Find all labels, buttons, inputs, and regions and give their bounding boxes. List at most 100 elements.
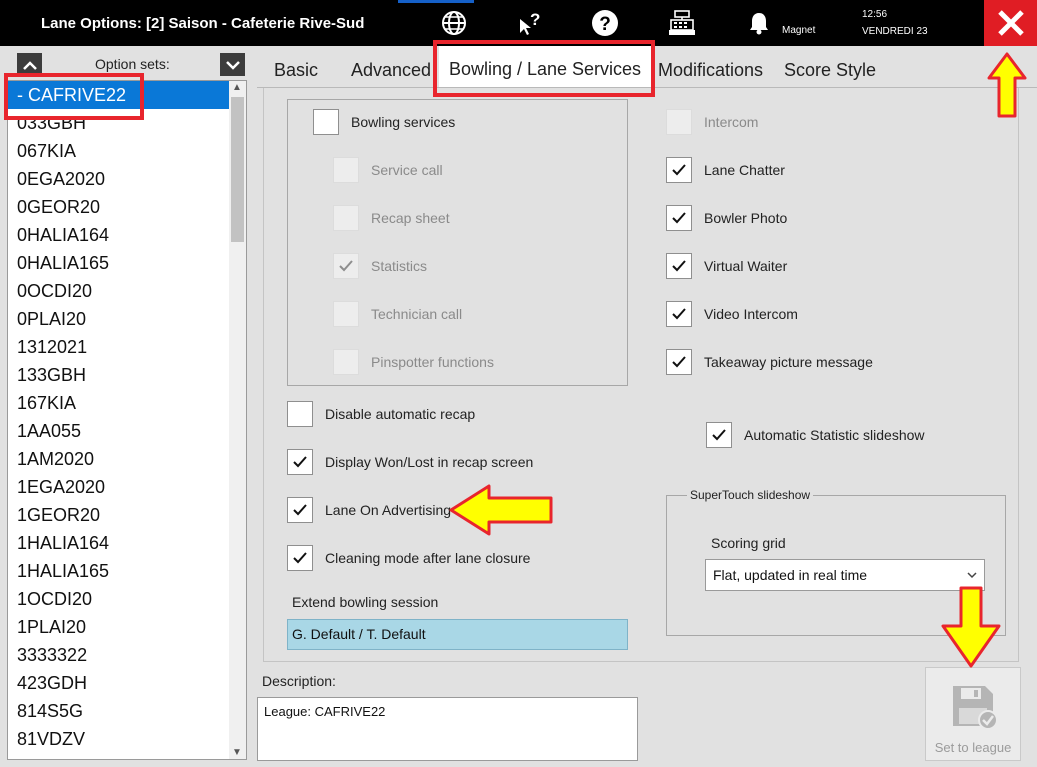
checkbox-box[interactable]	[666, 157, 692, 183]
list-item[interactable]: 1AA055	[8, 417, 246, 445]
close-button[interactable]	[984, 0, 1037, 46]
checkbox-label: Takeaway picture message	[704, 354, 873, 370]
list-item[interactable]: 133GBH	[8, 361, 246, 389]
disable-auto-recap-checkbox[interactable]: Disable automatic recap	[287, 401, 475, 427]
scroll-up-arrow-icon[interactable]: ▲	[232, 82, 242, 93]
clock-time: 12:56	[862, 9, 888, 20]
checkmark-icon	[672, 356, 686, 368]
scroll-down-arrow-icon[interactable]: ▼	[232, 747, 242, 758]
checkbox-label: Intercom	[704, 114, 759, 130]
list-item[interactable]: 067KIA	[8, 137, 246, 165]
checkbox-label: Lane Chatter	[704, 162, 785, 178]
help-icon[interactable]: ?	[590, 9, 620, 37]
list-item[interactable]: 1PLAI20	[8, 613, 246, 641]
chevron-down-icon	[225, 60, 240, 70]
checkbox-box[interactable]	[287, 449, 313, 475]
list-item[interactable]: 0EGA2020	[8, 165, 246, 193]
list-item[interactable]: 1312021	[8, 333, 246, 361]
checkbox-label: Bowling services	[351, 114, 456, 130]
checkbox-box[interactable]	[666, 205, 692, 231]
list-item[interactable]: 423GDH	[8, 669, 246, 697]
bowler-photo-checkbox[interactable]: Bowler Photo	[666, 205, 787, 231]
checkbox-label: Technician call	[371, 306, 463, 322]
list-item[interactable]: 0GEOR20	[8, 193, 246, 221]
checkbox-box	[333, 157, 359, 183]
svg-text:?: ?	[530, 10, 540, 29]
tab-basic[interactable]: Basic	[263, 50, 329, 88]
list-item[interactable]: 0HALIA165	[8, 249, 246, 277]
list-item[interactable]: 0HALIA164	[8, 221, 246, 249]
takeaway-picture-checkbox[interactable]: Takeaway picture message	[666, 349, 873, 375]
checkbox-label: Bowler Photo	[704, 210, 788, 226]
arrow-left-annotation-icon	[449, 484, 553, 536]
checkbox-label: Lane On Advertising	[325, 502, 452, 518]
checkbox-box	[333, 349, 359, 375]
list-item[interactable]: 814S5G	[8, 697, 246, 725]
list-item[interactable]: 1AM2020	[8, 445, 246, 473]
checkmark-icon	[293, 456, 307, 468]
scroll-down-button[interactable]	[220, 53, 245, 76]
arrow-down-annotation-icon	[941, 586, 1001, 668]
list-item[interactable]: 167KIA	[8, 389, 246, 417]
bowling-services-group	[287, 99, 628, 386]
checkbox-box[interactable]	[666, 349, 692, 375]
checkmark-icon	[339, 260, 353, 272]
checkbox-box[interactable]	[287, 545, 313, 571]
checkmark-icon	[672, 308, 686, 320]
cleaning-mode-checkbox[interactable]: Cleaning mode after lane closure	[287, 545, 530, 571]
checkbox-label: Video Intercom	[704, 306, 798, 322]
status-label: Magnet	[782, 25, 816, 36]
cash-register-icon[interactable]	[667, 9, 697, 37]
virtual-waiter-checkbox[interactable]: Virtual Waiter	[666, 253, 787, 279]
checkbox-label: Service call	[371, 162, 443, 178]
checkbox-label: Statistics	[371, 258, 428, 274]
checkbox-box[interactable]	[666, 253, 692, 279]
intercom-checkbox: Intercom	[666, 109, 758, 135]
display-won-lost-checkbox[interactable]: Display Won/Lost in recap screen	[287, 449, 533, 475]
checkbox-label: Recap sheet	[371, 210, 450, 226]
pointer-help-icon[interactable]: ?	[515, 9, 545, 37]
checkbox-label: Virtual Waiter	[704, 258, 788, 274]
checkbox-box[interactable]	[313, 109, 339, 135]
list-item[interactable]: 1EGA2020	[8, 473, 246, 501]
scroll-thumb[interactable]	[231, 97, 244, 242]
list-item[interactable]: 0OCDI20	[8, 277, 246, 305]
checkmark-icon	[672, 260, 686, 272]
globe-icon[interactable]	[439, 9, 469, 37]
bowling-services-checkbox[interactable]: Bowling services	[313, 109, 455, 135]
tab-advanced[interactable]: Advanced	[341, 50, 441, 88]
arrow-up-annotation-icon	[987, 52, 1027, 118]
tab-score-style[interactable]: Score Style	[776, 50, 884, 88]
auto-stat-slideshow-checkbox[interactable]: Automatic Statistic slideshow	[706, 422, 925, 448]
checkbox-box[interactable]	[666, 301, 692, 327]
description-label: Description:	[262, 673, 336, 689]
list-item[interactable]: 1GEOR20	[8, 501, 246, 529]
description-field[interactable]: League: CAFRIVE22	[257, 697, 638, 761]
set-to-league-button[interactable]: Set to league	[925, 667, 1021, 761]
checkbox-box	[333, 253, 359, 279]
checkbox-box[interactable]	[706, 422, 732, 448]
lane-on-advertising-checkbox[interactable]: Lane On Advertising	[287, 497, 451, 523]
clock-date: VENDREDI 23	[862, 26, 928, 37]
list-item[interactable]: 1HALIA165	[8, 557, 246, 585]
list-item[interactable]: 81VDZV	[8, 725, 246, 753]
list-item[interactable]: 1OCDI20	[8, 585, 246, 613]
option-set-list[interactable]: - CAFRIVE22 033GBH 067KIA 0EGA2020 0GEOR20 0H…	[7, 80, 247, 760]
option-sets-label: Option sets:	[95, 56, 170, 72]
checkbox-box[interactable]	[287, 497, 313, 523]
list-item[interactable]: 3333322	[8, 641, 246, 669]
checkbox-box[interactable]	[287, 401, 313, 427]
extend-session-field[interactable]: G. Default / T. Default	[287, 619, 628, 650]
list-scrollbar[interactable]: ▲ ▼	[229, 81, 246, 759]
lane-chatter-checkbox[interactable]: Lane Chatter	[666, 157, 785, 183]
title-accent	[398, 0, 474, 3]
video-intercom-checkbox[interactable]: Video Intercom	[666, 301, 798, 327]
pinspotter-functions-checkbox: Pinspotter functions	[333, 349, 494, 375]
checkmark-icon	[293, 504, 307, 516]
list-item[interactable]: 1HALIA164	[8, 529, 246, 557]
checkbox-box	[333, 205, 359, 231]
close-icon	[997, 10, 1024, 36]
tab-modifications[interactable]: Modifications	[655, 50, 766, 88]
bell-icon[interactable]	[744, 9, 774, 37]
list-item[interactable]: 0PLAI20	[8, 305, 246, 333]
